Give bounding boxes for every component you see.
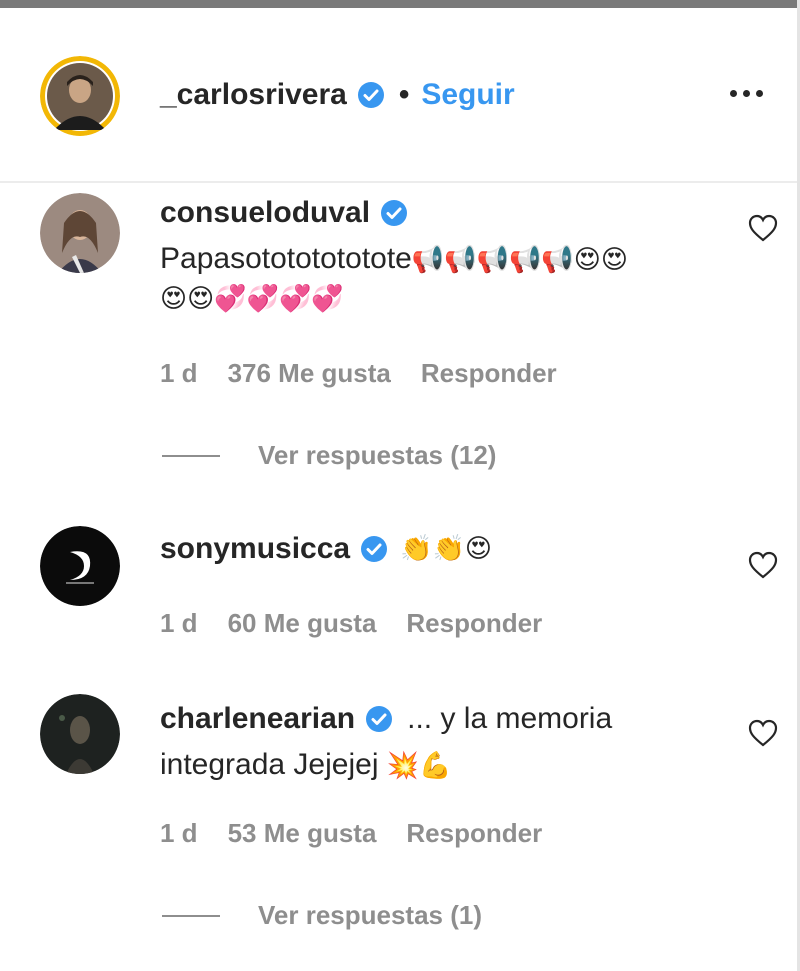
view-replies-button[interactable]: Ver respuestas (12): [162, 440, 496, 471]
view-replies-label[interactable]: Ver respuestas (1): [258, 900, 482, 931]
verified-icon: [365, 705, 393, 733]
separator-dot: •: [398, 78, 410, 111]
comment-meta: 1 d 60 Me gusta Responder: [160, 608, 542, 639]
comment-avatar-consueloduval[interactable]: [40, 193, 120, 273]
comment-body: ... y la memoria: [407, 702, 613, 735]
comment-likes[interactable]: 376 Me gusta: [228, 358, 391, 389]
reply-button[interactable]: Responder: [406, 818, 542, 849]
verified-icon: [380, 199, 408, 227]
comment-emojis: 📢📢📢📢📢😍😍: [411, 245, 628, 276]
reply-button[interactable]: Responder: [406, 608, 542, 639]
comment-username-row: sonymusicca 👏👏😍: [160, 532, 492, 566]
verified-icon: [360, 535, 388, 563]
comment-username[interactable]: consueloduval: [160, 196, 370, 230]
comment-username-row: charlenearian ... y la memoria: [160, 702, 612, 736]
author-avatar[interactable]: [40, 56, 120, 136]
comment-username[interactable]: charlenearian: [160, 702, 355, 736]
reply-button[interactable]: Responder: [421, 358, 557, 389]
author-username[interactable]: _carlosrivera: [160, 78, 347, 112]
view-replies-button[interactable]: Ver respuestas (1): [162, 900, 482, 931]
comment-meta: 1 d 376 Me gusta Responder: [160, 358, 557, 389]
view-replies-label[interactable]: Ver respuestas (12): [258, 440, 496, 471]
comment-meta: 1 d 53 Me gusta Responder: [160, 818, 542, 849]
comment-body: Papasotototototote: [160, 242, 412, 275]
more-options-icon[interactable]: [730, 90, 763, 97]
comment-avatar-charlenearian[interactable]: [40, 694, 120, 774]
heart-icon[interactable]: [748, 551, 778, 584]
comment-likes[interactable]: 60 Me gusta: [228, 608, 377, 639]
window-top-bar: [0, 0, 800, 8]
comment-likes[interactable]: 53 Me gusta: [228, 818, 377, 849]
replies-divider-line: [162, 454, 220, 457]
post-header: _carlosrivera • Seguir: [0, 8, 797, 183]
comment-emojis: 💥💪: [386, 751, 452, 781]
comment-emojis-line2: 😍😍💞💞💞💞: [160, 284, 344, 315]
comment-emojis: 👏👏😍: [400, 534, 492, 564]
follow-button[interactable]: Seguir: [421, 78, 514, 112]
comment-time: 1 d: [160, 358, 198, 388]
heart-icon[interactable]: [748, 214, 778, 247]
replies-divider-line: [162, 914, 220, 917]
comment-text: Papasotototototote📢📢📢📢📢😍😍 😍😍💞💞💞💞: [160, 240, 628, 318]
comment-text: integrada Jejejej 💥💪: [160, 746, 452, 785]
comment-username[interactable]: sonymusicca: [160, 532, 350, 566]
comment-time: 1 d: [160, 608, 198, 638]
author-username-row: _carlosrivera • Seguir: [160, 78, 515, 112]
heart-icon[interactable]: [748, 719, 778, 752]
verified-icon: [357, 81, 385, 109]
comment-body-line2: integrada Jejejej: [160, 748, 379, 781]
comment-avatar-sonymusicca[interactable]: [40, 526, 120, 606]
comment-time: 1 d: [160, 818, 198, 848]
comment-username-row: consueloduval: [160, 196, 408, 230]
